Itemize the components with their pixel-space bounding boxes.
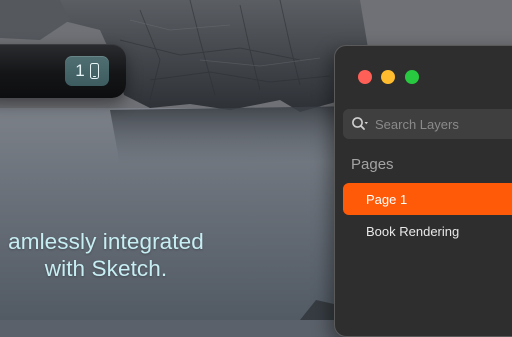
device-toolbar: 1 (0, 44, 126, 98)
page-item-label: Page 1 (366, 191, 408, 207)
page-item-label: Book Rendering (366, 223, 460, 239)
window-close-button[interactable] (358, 70, 372, 84)
page-item-book-rendering[interactable]: Book Rendering (343, 215, 512, 247)
app-window: Pages Page 1 Book Rendering (334, 45, 512, 337)
tagline-line-2: with Sketch. (44, 256, 168, 281)
phone-icon (89, 63, 99, 79)
marketing-tagline: amlessly integrated with Sketch. (0, 228, 232, 282)
page-item-page-1[interactable]: Page 1 (343, 183, 512, 215)
pages-section-title: Pages (351, 156, 394, 173)
window-minimize-button[interactable] (381, 70, 395, 84)
search-icon[interactable] (351, 116, 368, 132)
device-count-button[interactable]: 1 (65, 56, 109, 86)
search-layers-input[interactable] (375, 116, 512, 132)
search-layers-box[interactable] (343, 109, 512, 139)
tagline-line-1: amlessly integrated (8, 229, 204, 254)
window-zoom-button[interactable] (405, 70, 419, 84)
device-count: 1 (75, 61, 85, 80)
